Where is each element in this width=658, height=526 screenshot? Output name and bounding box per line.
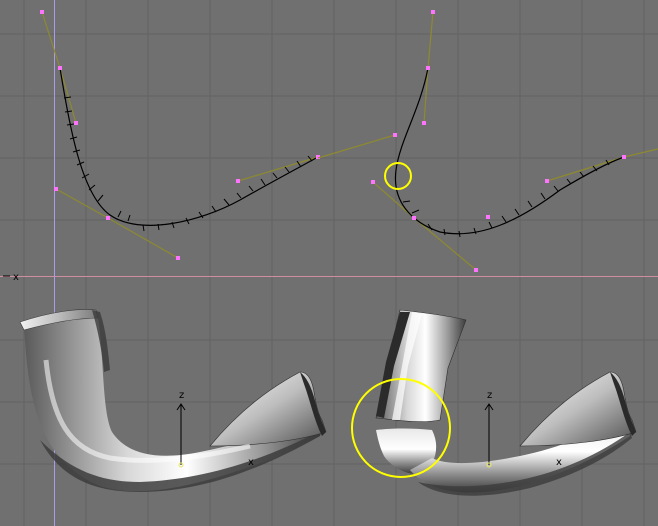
left-curve-handles [41, 11, 319, 259]
right-pipe-mesh[interactable] [351, 309, 637, 496]
right-curve-control-points[interactable] [371, 10, 626, 272]
left-pipe-mesh[interactable] [19, 309, 327, 493]
right-curve-path[interactable] [394, 67, 625, 235]
3d-viewport[interactable]: x z x z x [0, 0, 658, 526]
left-curve-ticks [63, 96, 313, 232]
right-curve-handles [317, 11, 658, 271]
viewport-canvas[interactable]: x z x z x [0, 0, 658, 526]
origin-x-label: x [13, 272, 19, 283]
left-bezier-curve[interactable] [40, 10, 320, 260]
pipe-right-x-label: x [556, 457, 562, 468]
pipe-left-z-label: z [179, 390, 184, 401]
pipe-right-z-label: z [487, 390, 492, 401]
left-curve-path[interactable] [59, 67, 319, 226]
right-bezier-curve[interactable] [317, 10, 658, 272]
pipe-left-x-label: x [248, 457, 254, 468]
highlight-circle-icon [384, 162, 412, 190]
